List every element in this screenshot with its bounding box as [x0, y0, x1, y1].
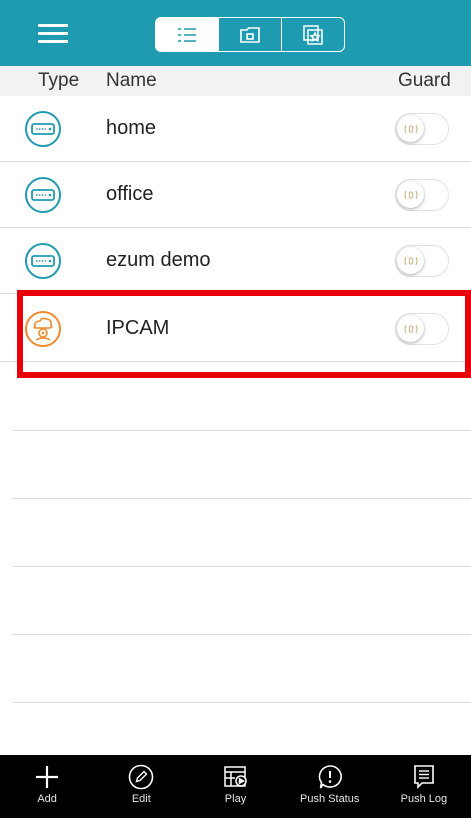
nvr-recorder-icon [25, 111, 61, 147]
playback-grid-icon [223, 766, 247, 787]
guard-column-header: Guard [398, 70, 451, 91]
push-status-label: Push Status [300, 793, 360, 805]
add-button[interactable]: Add [0, 755, 94, 818]
alarm-icon [404, 256, 417, 265]
device-row-ipcam[interactable]: IPCAM [0, 296, 471, 362]
add-label: Add [37, 793, 57, 805]
folder-icon [240, 26, 260, 43]
push-log-label: Push Log [400, 793, 448, 805]
view-segmented-control [155, 17, 345, 52]
list-divider [12, 498, 471, 499]
guard-knob [397, 315, 424, 342]
column-header: Type Name Guard [0, 66, 471, 96]
name-column-header: Name [106, 70, 157, 91]
folder-view-tab[interactable] [218, 18, 281, 51]
play-label: Play [224, 793, 247, 805]
star-folder-icon [303, 24, 323, 45]
push-status-button[interactable]: Push Status [283, 755, 377, 818]
device-row-office[interactable]: office [0, 162, 471, 228]
guard-knob [397, 181, 424, 208]
device-row-home[interactable]: home [0, 96, 471, 162]
list-divider [12, 430, 471, 431]
nvr-recorder-icon [25, 243, 61, 279]
guard-toggle[interactable] [395, 179, 449, 211]
top-bar [0, 0, 471, 66]
menu-icon[interactable] [38, 24, 68, 44]
list-divider [12, 634, 471, 635]
list-divider [12, 702, 471, 703]
device-name: office [106, 183, 154, 205]
device-row-ezum-demo[interactable]: ezum demo [0, 228, 471, 294]
guard-toggle[interactable] [395, 113, 449, 145]
type-column-header: Type [38, 70, 80, 91]
guard-toggle[interactable] [395, 245, 449, 277]
device-name: IPCAM [106, 317, 170, 339]
guard-toggle[interactable] [395, 313, 449, 345]
guard-knob [397, 115, 424, 142]
device-name: ezum demo [106, 249, 211, 271]
push-log-button[interactable]: Push Log [377, 755, 471, 818]
favorites-view-tab[interactable] [281, 18, 344, 51]
device-name: home [106, 117, 157, 139]
list-bubble-icon [414, 765, 434, 789]
alarm-icon [404, 124, 417, 133]
ip-camera-icon [25, 311, 61, 347]
plus-icon [36, 766, 59, 788]
edit-label: Edit [131, 793, 151, 805]
pencil-circle-icon [128, 764, 154, 790]
list-divider [12, 566, 471, 567]
alarm-icon [404, 324, 417, 333]
exclamation-bubble-icon [318, 765, 342, 789]
bottom-toolbar: Add Edit Play Push Status Push Log [0, 755, 471, 818]
play-button[interactable]: Play [188, 755, 282, 818]
edit-button[interactable]: Edit [94, 755, 188, 818]
list-icon [178, 27, 196, 42]
guard-knob [397, 247, 424, 274]
nvr-recorder-icon [25, 177, 61, 213]
alarm-icon [404, 190, 417, 199]
list-view-tab[interactable] [156, 18, 218, 51]
